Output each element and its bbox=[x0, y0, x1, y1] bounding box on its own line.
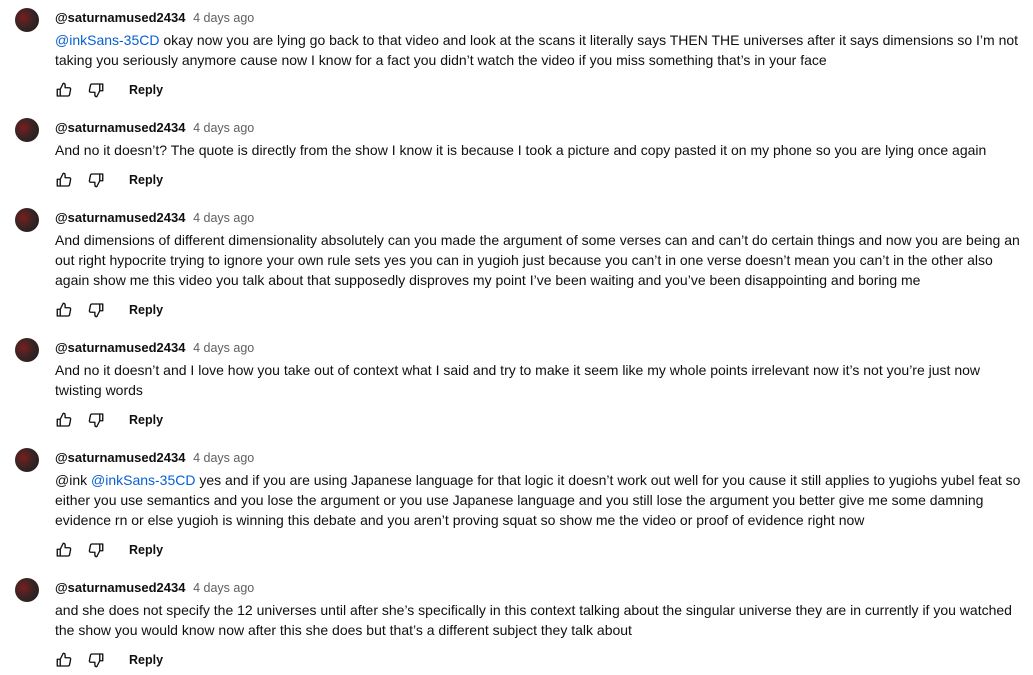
comment-header: @saturnamused2434 4 days ago bbox=[55, 580, 254, 596]
comment-text: and she does not specify the 12 universe… bbox=[55, 600, 1023, 640]
comment-header: @saturnamused2434 4 days ago bbox=[55, 340, 254, 356]
author-name[interactable]: @saturnamused2434 bbox=[55, 450, 185, 465]
comment-body: yes and if you are using Japanese langua… bbox=[55, 472, 1021, 528]
author-name[interactable]: @saturnamused2434 bbox=[55, 210, 185, 225]
comment-header: @saturnamused2434 4 days ago bbox=[55, 450, 254, 466]
avatar[interactable] bbox=[15, 208, 39, 232]
timestamp[interactable]: 4 days ago bbox=[193, 11, 254, 25]
thumbs-down-icon[interactable] bbox=[87, 81, 105, 99]
timestamp[interactable]: 4 days ago bbox=[193, 451, 254, 465]
comment-body: and she does not specify the 12 universe… bbox=[55, 602, 1012, 638]
avatar[interactable] bbox=[15, 8, 39, 32]
comment-actions: Reply bbox=[55, 408, 163, 432]
timestamp[interactable]: 4 days ago bbox=[193, 211, 254, 225]
comment-actions: Reply bbox=[55, 168, 163, 192]
comment-text: And no it doesn’t? The quote is directly… bbox=[55, 140, 1023, 160]
thumbs-up-icon[interactable] bbox=[55, 411, 73, 429]
comment-body: okay now you are lying go back to that v… bbox=[55, 32, 1019, 68]
author-name[interactable]: @saturnamused2434 bbox=[55, 580, 185, 595]
comment-header: @saturnamused2434 4 days ago bbox=[55, 10, 254, 26]
thumbs-down-icon[interactable] bbox=[87, 541, 105, 559]
avatar[interactable] bbox=[15, 448, 39, 472]
thumbs-down-icon[interactable] bbox=[87, 651, 105, 669]
comment-actions: Reply bbox=[55, 538, 163, 562]
comment-text: @ink @inkSans-35CD yes and if you are us… bbox=[55, 470, 1023, 530]
mention-link[interactable]: @inkSans-35CD bbox=[91, 472, 195, 488]
reply-button[interactable]: Reply bbox=[129, 83, 163, 97]
thumbs-up-icon[interactable] bbox=[55, 301, 73, 319]
comment-text: And dimensions of different dimensionali… bbox=[55, 230, 1023, 290]
reply-button[interactable]: Reply bbox=[129, 653, 163, 667]
comment-prefix: @ink bbox=[55, 472, 91, 488]
timestamp[interactable]: 4 days ago bbox=[193, 581, 254, 595]
avatar[interactable] bbox=[15, 118, 39, 142]
avatar[interactable] bbox=[15, 338, 39, 362]
reply-button[interactable]: Reply bbox=[129, 413, 163, 427]
thumbs-down-icon[interactable] bbox=[87, 411, 105, 429]
author-name[interactable]: @saturnamused2434 bbox=[55, 10, 185, 25]
comment-body: And no it doesn’t? The quote is directly… bbox=[55, 142, 987, 158]
comment-text: And no it doesn’t and I love how you tak… bbox=[55, 360, 1023, 400]
thumbs-down-icon[interactable] bbox=[87, 171, 105, 189]
thumbs-up-icon[interactable] bbox=[55, 81, 73, 99]
comment-text: @inkSans-35CD okay now you are lying go … bbox=[55, 30, 1023, 70]
mention-link[interactable]: @inkSans-35CD bbox=[55, 32, 159, 48]
comment-actions: Reply bbox=[55, 298, 163, 322]
author-name[interactable]: @saturnamused2434 bbox=[55, 120, 185, 135]
comment-header: @saturnamused2434 4 days ago bbox=[55, 210, 254, 226]
comment-actions: Reply bbox=[55, 78, 163, 102]
thumbs-up-icon[interactable] bbox=[55, 541, 73, 559]
comment-body: And dimensions of different dimensionali… bbox=[55, 232, 1020, 288]
reply-button[interactable]: Reply bbox=[129, 173, 163, 187]
thumbs-down-icon[interactable] bbox=[87, 301, 105, 319]
comment-body: And no it doesn’t and I love how you tak… bbox=[55, 362, 981, 398]
reply-button[interactable]: Reply bbox=[129, 303, 163, 317]
comment-header: @saturnamused2434 4 days ago bbox=[55, 120, 254, 136]
timestamp[interactable]: 4 days ago bbox=[193, 121, 254, 135]
avatar[interactable] bbox=[15, 578, 39, 602]
author-name[interactable]: @saturnamused2434 bbox=[55, 340, 185, 355]
thumbs-up-icon[interactable] bbox=[55, 171, 73, 189]
thumbs-up-icon[interactable] bbox=[55, 651, 73, 669]
timestamp[interactable]: 4 days ago bbox=[193, 341, 254, 355]
reply-button[interactable]: Reply bbox=[129, 543, 163, 557]
comment-actions: Reply bbox=[55, 648, 163, 672]
